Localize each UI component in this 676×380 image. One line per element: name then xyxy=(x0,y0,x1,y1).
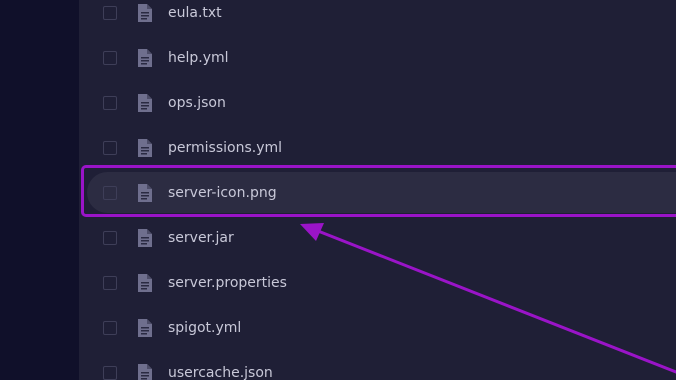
checkbox-icon[interactable] xyxy=(103,275,117,290)
file-manager-view: eula.txt help.yml ops.json permissions.y… xyxy=(0,0,676,380)
document-icon xyxy=(138,48,152,67)
file-row-usercache[interactable]: usercache.json xyxy=(79,350,676,380)
checkbox-icon[interactable] xyxy=(103,185,117,200)
file-row-help[interactable]: help.yml xyxy=(79,35,676,80)
checkbox-icon[interactable] xyxy=(103,230,117,245)
file-row-permissions[interactable]: permissions.yml xyxy=(79,125,676,170)
document-icon xyxy=(138,3,152,22)
document-icon xyxy=(138,93,152,112)
file-name[interactable]: server.properties xyxy=(168,275,287,291)
document-icon xyxy=(138,138,152,157)
file-name[interactable]: spigot.yml xyxy=(168,320,241,336)
file-name[interactable]: eula.txt xyxy=(168,5,222,21)
document-icon xyxy=(138,318,152,337)
document-icon xyxy=(138,183,152,202)
checkbox-icon[interactable] xyxy=(103,140,117,155)
file-name[interactable]: ops.json xyxy=(168,95,226,111)
file-row-eula[interactable]: eula.txt xyxy=(79,0,676,35)
checkbox-icon[interactable] xyxy=(103,95,117,110)
checkbox-icon[interactable] xyxy=(103,50,117,65)
file-name[interactable]: server-icon.png xyxy=(168,185,277,201)
document-icon xyxy=(138,273,152,292)
file-row-spigot[interactable]: spigot.yml xyxy=(79,305,676,350)
file-name[interactable]: usercache.json xyxy=(168,365,273,380)
file-name[interactable]: permissions.yml xyxy=(168,140,282,156)
file-name[interactable]: help.yml xyxy=(168,50,229,66)
file-row-server-properties[interactable]: server.properties xyxy=(79,260,676,305)
left-sidebar xyxy=(0,0,79,380)
checkbox-icon[interactable] xyxy=(103,365,117,380)
checkbox-icon[interactable] xyxy=(103,5,117,20)
checkbox-icon[interactable] xyxy=(103,320,117,335)
file-row-server-icon[interactable]: server-icon.png xyxy=(79,170,676,215)
file-list: eula.txt help.yml ops.json permissions.y… xyxy=(79,0,676,380)
document-icon xyxy=(138,228,152,247)
file-row-ops[interactable]: ops.json xyxy=(79,80,676,125)
file-row-server-jar[interactable]: server.jar xyxy=(79,215,676,260)
document-icon xyxy=(138,363,152,380)
file-name[interactable]: server.jar xyxy=(168,230,234,246)
